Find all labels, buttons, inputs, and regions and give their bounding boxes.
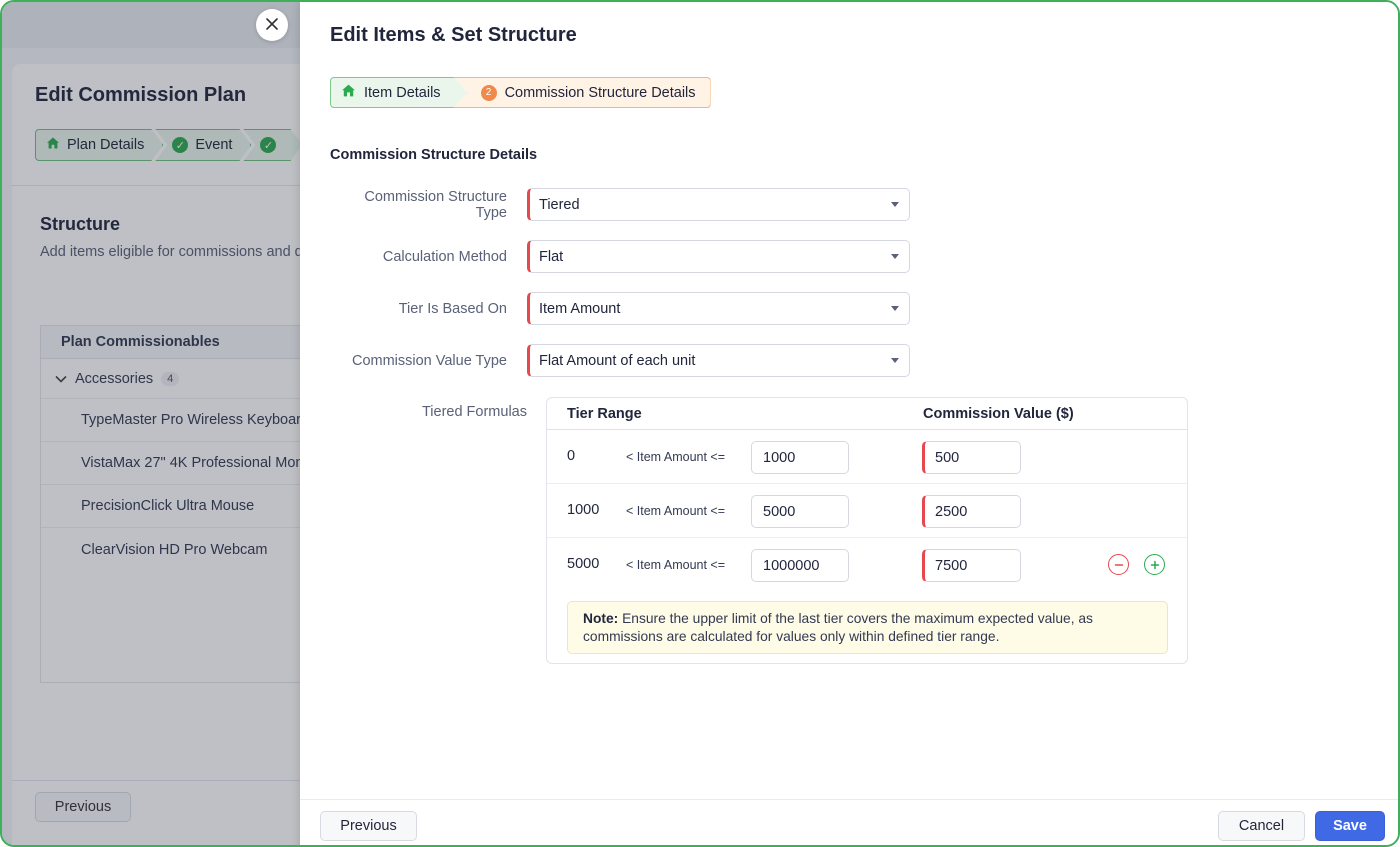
caret-down-icon <box>891 306 899 311</box>
tiered-formulas-table: Tier Range Commission Value ($) 0 < Item… <box>546 397 1188 664</box>
structure-type-row: Commission Structure Type Tiered <box>330 188 910 221</box>
step-label: Item Details <box>364 84 441 101</box>
tier-operator: < Item Amount <= <box>626 558 726 572</box>
app-frame: Edit Commission Plan Plan Details ✓ Even… <box>0 0 1400 847</box>
value-type-select[interactable]: Flat Amount of each unit <box>527 344 910 377</box>
previous-button[interactable]: Previous <box>320 811 417 841</box>
add-tier-button[interactable] <box>1144 554 1165 575</box>
drawer-steps: Item Details 2 Commission Structure Deta… <box>330 77 711 108</box>
tier-upper-limit-input[interactable] <box>751 495 849 528</box>
tier-operator: < Item Amount <= <box>626 450 726 464</box>
remove-tier-button[interactable] <box>1108 554 1129 575</box>
home-icon <box>341 83 356 102</box>
tier-upper-limit-input[interactable] <box>751 549 849 582</box>
commission-value-input[interactable] <box>922 549 1021 582</box>
table-row: 1000 < Item Amount <= <box>547 484 1187 538</box>
structure-type-select[interactable]: Tiered <box>527 188 910 221</box>
calculation-method-label: Calculation Method <box>382 248 507 265</box>
structure-type-value: Tiered <box>539 196 580 213</box>
tiered-formulas-label: Tiered Formulas <box>421 404 527 420</box>
commission-value-input[interactable] <box>922 441 1021 474</box>
value-type-value: Flat Amount of each unit <box>539 352 696 369</box>
tier-based-on-value: Item Amount <box>539 300 621 317</box>
table-row: 5000 < Item Amount <= <box>547 538 1187 592</box>
value-type-row: Commission Value Type Flat Amount of eac… <box>330 344 910 377</box>
save-button[interactable]: Save <box>1315 811 1385 841</box>
tier-based-on-select[interactable]: Item Amount <box>527 292 910 325</box>
tier-from-value: 0 <box>567 448 576 464</box>
calculation-method-value: Flat <box>539 248 564 265</box>
commission-value-header: Commission Value ($) <box>923 406 1074 422</box>
step-item-details[interactable]: Item Details <box>330 77 468 108</box>
tier-based-on-label: Tier Is Based On <box>398 300 507 317</box>
step-commission-structure[interactable]: 2 Commission Structure Details <box>453 77 711 108</box>
tier-operator: < Item Amount <= <box>626 504 726 518</box>
commission-value-input[interactable] <box>922 495 1021 528</box>
calculation-method-select[interactable]: Flat <box>527 240 910 273</box>
tier-note: Note: Ensure the upper limit of the last… <box>567 601 1168 654</box>
step-number-badge: 2 <box>480 84 497 101</box>
calculation-method-row: Calculation Method Flat <box>330 240 910 273</box>
drawer-title: Edit Items & Set Structure <box>330 24 577 46</box>
tier-range-header: Tier Range <box>567 406 642 422</box>
tier-table-header: Tier Range Commission Value ($) <box>547 398 1187 430</box>
close-button[interactable] <box>256 9 288 41</box>
structure-type-label: Commission Structure Type <box>364 188 507 221</box>
minus-circle-icon <box>1114 563 1123 566</box>
note-prefix: Note: <box>583 611 619 626</box>
tier-from-value: 1000 <box>567 502 600 518</box>
step-label: Commission Structure Details <box>504 84 696 101</box>
section-title: Commission Structure Details <box>330 147 538 163</box>
modal-overlay[interactable] <box>2 2 302 845</box>
tier-upper-limit-input[interactable] <box>751 441 849 474</box>
plus-circle-icon <box>1150 560 1159 569</box>
caret-down-icon <box>891 254 899 259</box>
tier-from-value: 5000 <box>567 556 600 572</box>
note-text: Ensure the upper limit of the last tier … <box>583 611 1093 644</box>
close-icon <box>265 14 279 37</box>
tier-based-on-row: Tier Is Based On Item Amount <box>330 292 910 325</box>
caret-down-icon <box>891 202 899 207</box>
cancel-button[interactable]: Cancel <box>1218 811 1305 841</box>
edit-items-drawer: Edit Items & Set Structure Item Details … <box>300 2 1398 845</box>
table-row: 0 < Item Amount <= <box>547 430 1187 484</box>
value-type-label: Commission Value Type <box>351 352 507 369</box>
caret-down-icon <box>891 358 899 363</box>
